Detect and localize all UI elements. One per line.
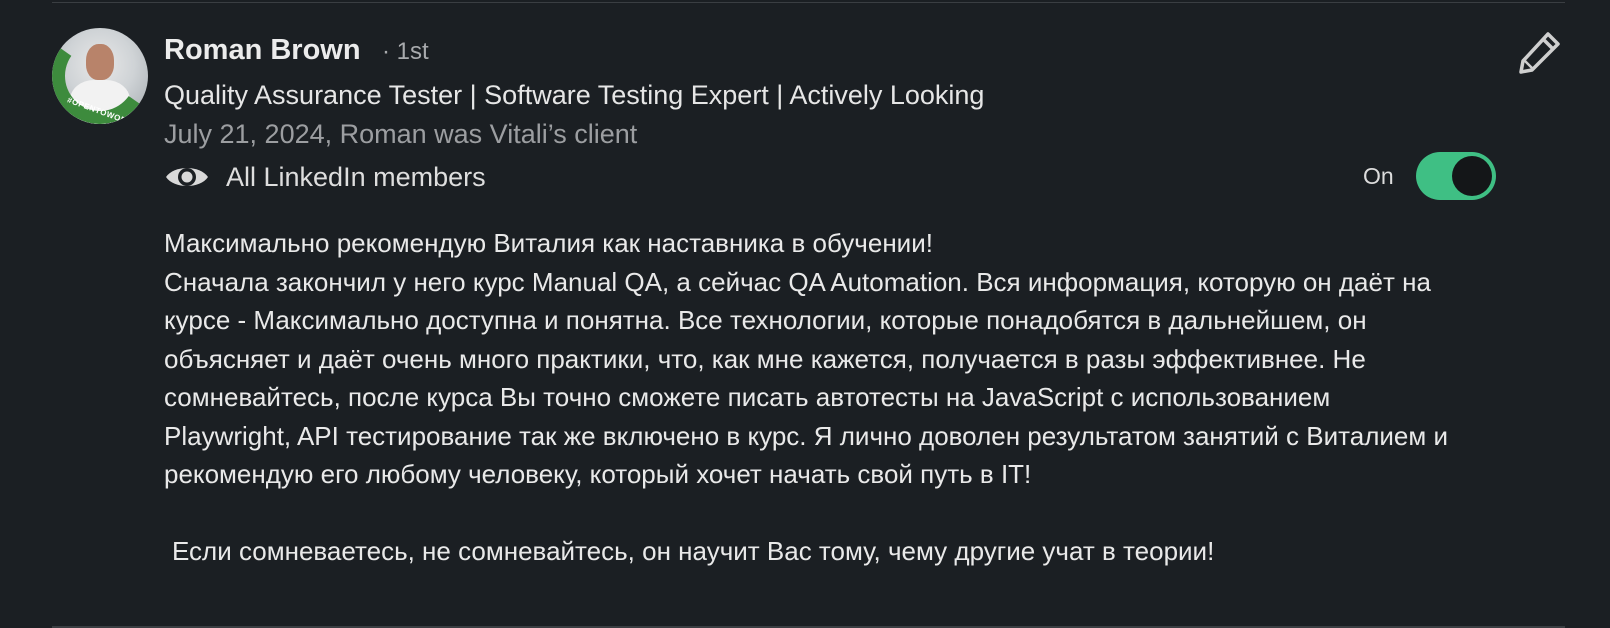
toggle-knob — [1451, 156, 1492, 196]
visibility-label: All LinkedIn members — [226, 161, 486, 192]
recommendation-card: #OPENTOWORK Roman Brown · 1st Quality As… — [0, 0, 1610, 628]
visibility-toggle[interactable] — [1415, 152, 1496, 200]
visibility-toggle-group: On — [1363, 152, 1496, 200]
visibility-setting: All LinkedIn members — [164, 158, 486, 196]
toggle-label: On — [1363, 162, 1394, 189]
divider — [52, 2, 1565, 3]
recommendation-paragraph: Если сомневаетесь, не сомневайтесь, он н… — [172, 535, 1215, 566]
pencil-icon[interactable] — [1518, 30, 1562, 74]
eye-icon — [166, 168, 208, 186]
recommender-name[interactable]: Roman Brown — [164, 34, 361, 67]
recommendation-paragraph: Максимально рекомендую Виталия как наста… — [164, 228, 933, 258]
connection-degree: · 1st — [382, 38, 429, 65]
recommendation-text: Максимально рекомендую Виталия как наста… — [164, 224, 1464, 570]
recommendation-paragraph: Сначала закончил у него курс Manual QA, … — [164, 266, 1448, 490]
avatar[interactable]: #OPENTOWORK — [52, 28, 148, 124]
recommender-headline: Quality Assurance Tester | Software Test… — [164, 80, 985, 110]
recommendation-meta: July 21, 2024, Roman was Vitali’s client — [164, 119, 638, 149]
